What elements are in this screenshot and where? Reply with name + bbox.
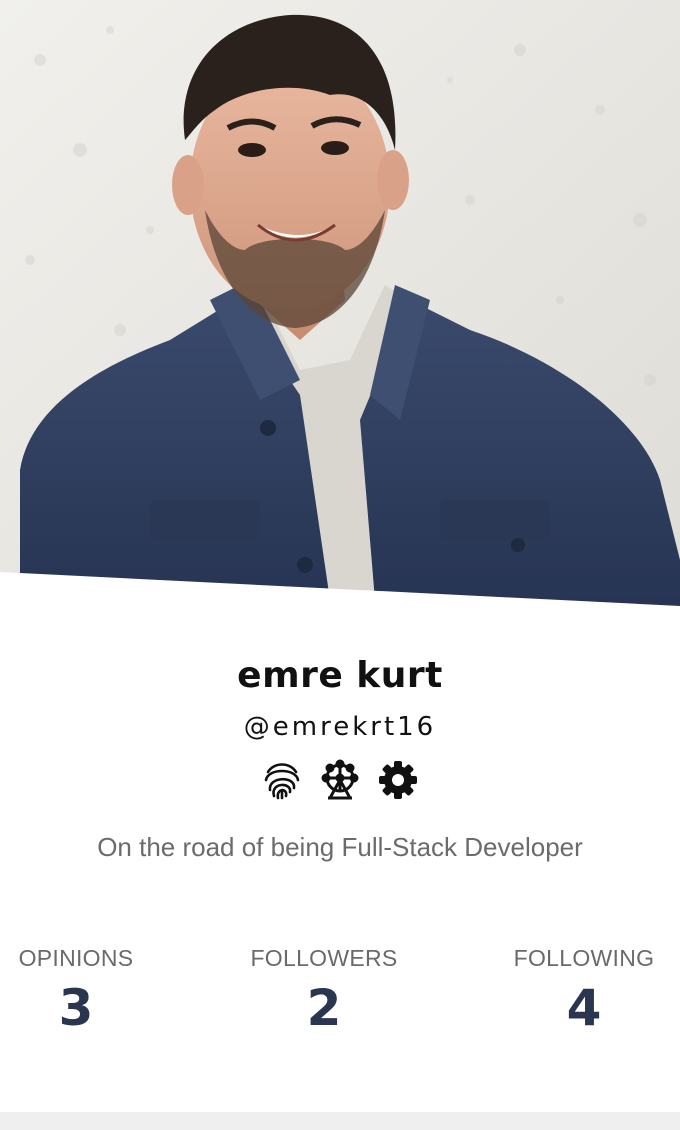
bottom-divider bbox=[0, 1112, 680, 1130]
cover-diagonal-edge bbox=[0, 572, 680, 630]
ferris-wheel-icon[interactable] bbox=[316, 756, 364, 804]
stat-label: FOLLOWERS bbox=[250, 945, 398, 971]
stat-label: OPINIONS bbox=[18, 945, 134, 971]
profile-info: emre kurt @emrekrt16 On the road of bein… bbox=[0, 640, 680, 864]
gear-icon[interactable] bbox=[374, 756, 422, 804]
badge-row bbox=[0, 756, 680, 806]
profile-name: emre kurt bbox=[237, 655, 443, 696]
profile-bio: On the road of being Full-Stack Develope… bbox=[97, 832, 583, 862]
profile-stats: OPINIONS 3 FOLLOWERS 2 FOLLOWING 4 bbox=[0, 940, 680, 1037]
stat-followers[interactable]: FOLLOWERS 2 bbox=[224, 940, 424, 1038]
stat-opinions[interactable]: OPINIONS 3 bbox=[0, 940, 176, 1038]
stat-value: 3 bbox=[58, 979, 94, 1037]
fingerprint-icon[interactable] bbox=[258, 756, 306, 804]
profile-handle: @emrekrt16 bbox=[243, 712, 437, 742]
stat-label: FOLLOWING bbox=[513, 945, 655, 971]
profile-cover-photo bbox=[0, 0, 680, 620]
profile-card: emre kurt @emrekrt16 On the road of bein… bbox=[0, 0, 680, 1112]
stat-following[interactable]: FOLLOWING 4 bbox=[484, 940, 680, 1038]
stat-value: 4 bbox=[566, 979, 602, 1037]
stat-value: 2 bbox=[306, 979, 342, 1037]
